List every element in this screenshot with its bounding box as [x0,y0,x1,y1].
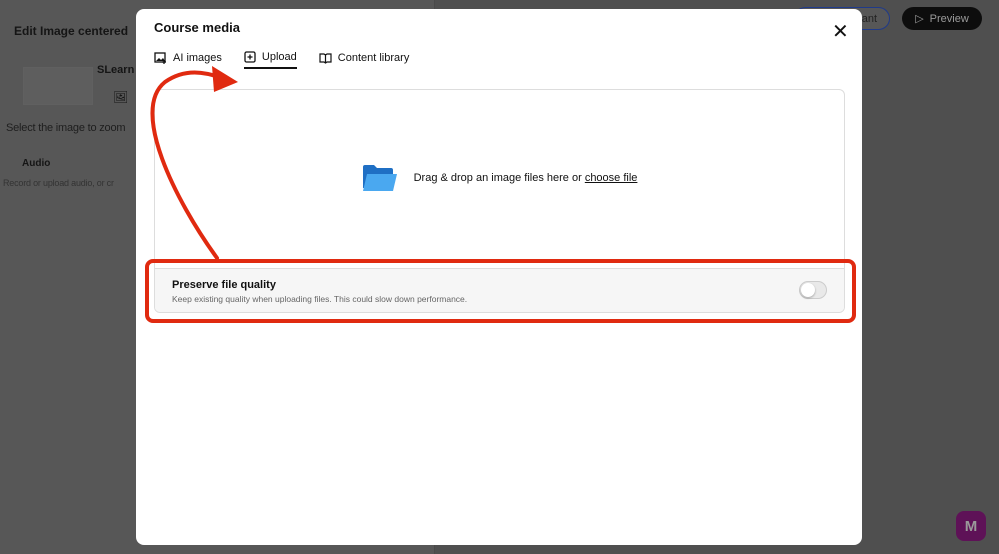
annotation-arrow [150,66,238,260]
